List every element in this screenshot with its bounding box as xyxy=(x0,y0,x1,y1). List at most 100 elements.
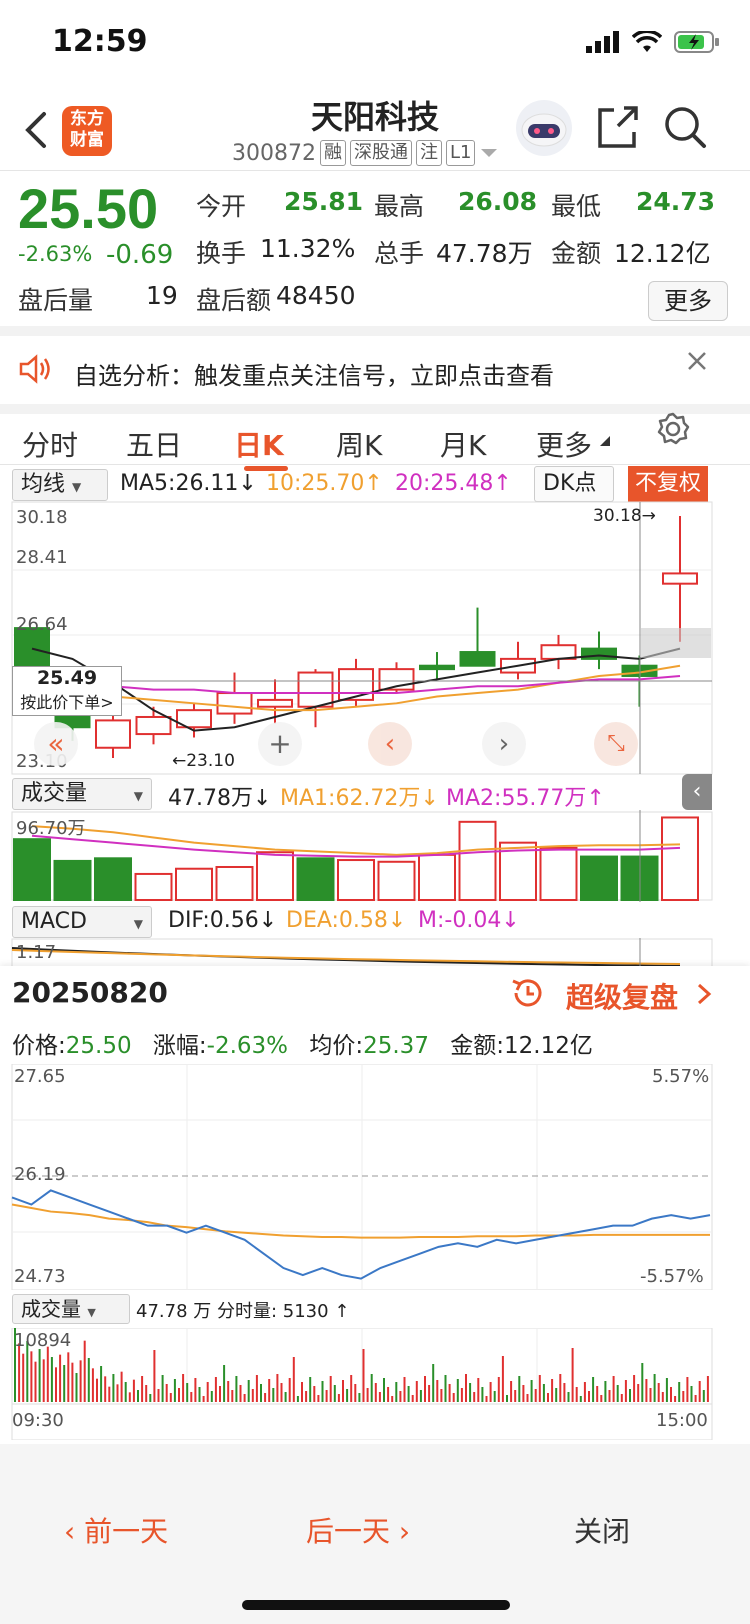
volume-value: 47.78万 xyxy=(436,239,533,268)
intraday-volume-bar xyxy=(313,1386,316,1402)
banner-text[interactable]: 自选分析：触发重点关注信号，立即点击查看 xyxy=(74,356,554,391)
kline-y-3: 26.64 xyxy=(16,614,68,635)
rewind-button[interactable]: « xyxy=(34,722,78,766)
intraday-volume-bar xyxy=(149,1394,152,1402)
zoom-in-button[interactable]: + xyxy=(258,722,302,766)
tab-five-day[interactable]: 五日 xyxy=(126,424,182,464)
volume-bar[interactable] xyxy=(296,857,335,901)
volume-bar[interactable] xyxy=(53,859,92,901)
intraday-volume-bar xyxy=(284,1392,287,1402)
volume-bar[interactable] xyxy=(215,865,254,901)
intraday-volume-bar xyxy=(612,1376,615,1402)
robot-avatar-icon[interactable] xyxy=(514,98,574,158)
next-day-button[interactable]: 后一天 › xyxy=(306,1510,410,1550)
intraday-volume-bar xyxy=(161,1375,164,1402)
volume-bar[interactable] xyxy=(418,853,456,901)
intraday-volume-bar xyxy=(317,1395,320,1402)
detail-price-label: 价格: xyxy=(12,1033,66,1059)
intraday-volume-bar xyxy=(501,1356,504,1402)
volume-select[interactable]: 成交量 ▼ xyxy=(12,778,152,810)
intraday-volume-bar xyxy=(674,1396,677,1402)
intraday-volume-bar xyxy=(563,1383,566,1402)
intraday-volume-bar xyxy=(30,1351,33,1402)
volume-bar[interactable] xyxy=(377,860,416,901)
detail-amount: 12.12亿 xyxy=(504,1033,593,1059)
intraday-volume-bar xyxy=(530,1380,533,1402)
intraday-volume-bar xyxy=(63,1365,66,1402)
share-icon[interactable] xyxy=(596,104,640,150)
fullscreen-button[interactable]: ⤡ xyxy=(594,722,638,766)
more-button[interactable]: 更多 xyxy=(648,281,728,321)
volume-bar[interactable] xyxy=(94,857,132,901)
volume-bar[interactable] xyxy=(256,851,294,901)
candle-body[interactable] xyxy=(257,698,293,708)
intraday-volume-bar xyxy=(91,1368,94,1402)
next-day-label: 后一天 xyxy=(306,1515,391,1548)
candle-body[interactable] xyxy=(459,651,496,667)
search-icon[interactable] xyxy=(662,104,708,150)
volume-down-icon: ↓ xyxy=(252,786,272,811)
high-label: 最高 xyxy=(374,192,425,221)
intraday-volume-bar xyxy=(301,1382,303,1402)
tab-daily-k[interactable]: 日K xyxy=(234,424,284,464)
candle-body[interactable] xyxy=(662,572,698,585)
history-icon[interactable] xyxy=(510,976,546,1010)
ma-select[interactable]: 均线 ▼ xyxy=(12,469,108,501)
volume-bar[interactable] xyxy=(337,859,375,901)
intraday-volume-bar xyxy=(198,1387,201,1402)
intraday-chart[interactable] xyxy=(0,1064,750,1290)
intraday-volume-bar xyxy=(243,1394,246,1402)
volume-chart[interactable] xyxy=(0,810,750,902)
intraday-volume-bar xyxy=(555,1388,558,1402)
tab-monthly-k[interactable]: 月K xyxy=(440,424,486,464)
chevron-right-icon[interactable] xyxy=(696,982,712,1006)
tag-connect: 深股通 xyxy=(349,140,412,166)
prev-day-button[interactable]: ‹ 前一天 xyxy=(64,1510,168,1550)
candle-body[interactable] xyxy=(540,644,577,660)
intraday-volume-select[interactable]: 成交量 ▼ xyxy=(12,1294,130,1324)
intraday-volume-bar xyxy=(124,1382,127,1402)
candle-body[interactable] xyxy=(216,692,253,715)
macd-select[interactable]: MACD ▼ xyxy=(12,906,152,938)
intraday-volume-bar xyxy=(588,1391,590,1402)
close-button[interactable]: 关闭 xyxy=(574,1510,630,1550)
next-candle-button[interactable]: › xyxy=(482,722,526,766)
intraday-volume-bar xyxy=(67,1352,70,1402)
volume-bar[interactable] xyxy=(13,838,51,901)
intraday-volume-bar xyxy=(362,1349,365,1402)
candle-body[interactable] xyxy=(95,719,131,749)
candle-body[interactable] xyxy=(419,664,455,671)
intraday-volume-bar xyxy=(333,1385,336,1402)
candle-body[interactable] xyxy=(135,715,172,736)
adjust-button[interactable]: 不复权 xyxy=(628,466,708,502)
intraday-volume-bar xyxy=(551,1379,554,1402)
close-icon[interactable] xyxy=(686,350,708,372)
intraday-volume-chart[interactable] xyxy=(0,1328,750,1440)
cursor-price-box[interactable]: 25.49 按此价下单> xyxy=(12,666,122,716)
gear-icon[interactable] xyxy=(656,412,690,446)
volume-bar[interactable] xyxy=(458,820,497,902)
tab-more[interactable]: 更多 xyxy=(536,424,592,464)
volume-bar[interactable] xyxy=(661,816,699,902)
candle-body[interactable] xyxy=(338,668,374,701)
tab-intraday[interactable]: 分时 xyxy=(22,424,78,464)
volume-bar[interactable] xyxy=(175,867,213,901)
volume-bar[interactable] xyxy=(580,855,618,901)
collapse-panel-button[interactable]: ‹ xyxy=(682,774,712,810)
volume-bar[interactable] xyxy=(134,872,173,901)
chevron-down-icon[interactable] xyxy=(479,146,499,160)
vol-ma2-up-icon: ↑ xyxy=(586,786,605,811)
prev-candle-button[interactable]: ‹ xyxy=(368,722,412,766)
tab-weekly-k[interactable]: 周K xyxy=(336,424,382,464)
intraday-volume-bar xyxy=(481,1387,484,1402)
intraday-volume-bar xyxy=(497,1377,500,1402)
super-replay-link[interactable]: 超级复盘 xyxy=(566,976,678,1016)
intraday-volume-bar xyxy=(128,1392,131,1402)
intraday-volume-bar xyxy=(59,1354,62,1402)
cursor-hint[interactable]: 按此价下单> xyxy=(13,689,121,713)
dk-point-button[interactable]: DK点 xyxy=(534,466,614,502)
intraday-volume-info: 47.78 万 分时量: 5130 ↑ xyxy=(136,1297,349,1323)
intraday-volume-bar xyxy=(190,1392,193,1402)
candle-body[interactable] xyxy=(297,671,334,708)
volume-bar[interactable] xyxy=(539,846,578,901)
